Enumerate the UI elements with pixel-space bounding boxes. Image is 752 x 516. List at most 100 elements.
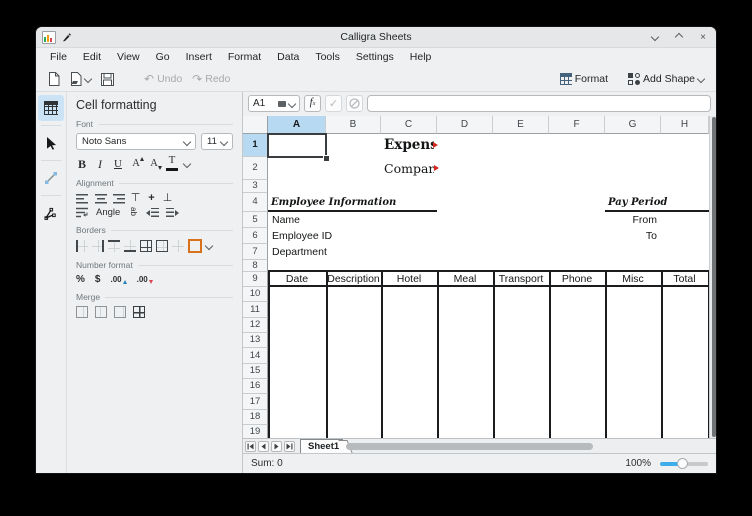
- row-header-8[interactable]: 8: [243, 260, 268, 272]
- undo-button[interactable]: ↶ Undo: [140, 71, 186, 87]
- menu-format[interactable]: Format: [220, 48, 269, 67]
- next-sheet-button[interactable]: [271, 441, 282, 452]
- column-header-C[interactable]: C: [381, 116, 437, 134]
- underline-button[interactable]: U: [112, 157, 124, 171]
- wrap-text-button[interactable]: [76, 207, 89, 218]
- currency-format-button[interactable]: $: [95, 274, 101, 285]
- menu-edit[interactable]: Edit: [75, 48, 109, 67]
- tool-cell-formatting[interactable]: [38, 95, 64, 121]
- cell-department-label[interactable]: Department: [270, 244, 350, 260]
- menu-tools[interactable]: Tools: [307, 48, 348, 67]
- text-color-button[interactable]: T: [166, 156, 178, 171]
- row-header-16[interactable]: 16: [243, 379, 268, 394]
- border-all-button[interactable]: [140, 240, 152, 252]
- spreadsheet-grid[interactable]: A B C D E F G H 1 2 3 4 5 6 7 8 9 10 11: [243, 116, 716, 438]
- formula-input[interactable]: [367, 95, 711, 112]
- first-sheet-button[interactable]: [245, 441, 256, 452]
- add-shape-button[interactable]: Add Shape: [624, 71, 708, 87]
- cell-name-label[interactable]: Name: [270, 212, 340, 228]
- format-button[interactable]: Format: [556, 71, 612, 87]
- row-header-17[interactable]: 17: [243, 394, 268, 410]
- increase-indent-button[interactable]: [166, 208, 179, 217]
- grid-corner[interactable]: [243, 116, 268, 134]
- angle-button[interactable]: Angle: [96, 207, 120, 218]
- cell-pay-period[interactable]: Pay Period: [606, 193, 686, 212]
- tool-selection[interactable]: [38, 130, 64, 156]
- text-color-chevron-icon[interactable]: [183, 159, 191, 167]
- cell-title-expense[interactable]: Expense: [382, 134, 434, 157]
- menu-data[interactable]: Data: [269, 48, 307, 67]
- vertical-scrollbar-thumb[interactable]: [712, 117, 716, 437]
- column-header-E[interactable]: E: [493, 116, 549, 134]
- row-header-6[interactable]: 6: [243, 228, 268, 244]
- new-document-button[interactable]: [44, 70, 64, 88]
- increase-precision-button[interactable]: .00: [110, 275, 126, 284]
- tool-line[interactable]: [38, 165, 64, 191]
- align-bottom-button[interactable]: ⊥: [162, 192, 173, 204]
- row-header-9[interactable]: 9: [243, 272, 268, 287]
- open-document-button[interactable]: [66, 70, 95, 88]
- cell-to-label[interactable]: To: [605, 228, 659, 244]
- previous-sheet-button[interactable]: [258, 441, 269, 452]
- menu-file[interactable]: File: [42, 48, 75, 67]
- redo-button[interactable]: ↷ Redo: [188, 71, 234, 87]
- column-header-H[interactable]: H: [661, 116, 709, 134]
- title-bar[interactable]: Calligra Sheets ×: [36, 27, 716, 48]
- menu-insert[interactable]: Insert: [178, 48, 220, 67]
- border-right-button[interactable]: [92, 240, 104, 252]
- menu-settings[interactable]: Settings: [348, 48, 402, 67]
- merge-horizontal-button[interactable]: [95, 306, 107, 318]
- column-header-D[interactable]: D: [437, 116, 493, 134]
- align-center-button[interactable]: [94, 193, 107, 204]
- row-header-14[interactable]: 14: [243, 348, 268, 364]
- border-none-button[interactable]: [172, 240, 184, 252]
- row-header-7[interactable]: 7: [243, 244, 268, 260]
- font-family-select[interactable]: Noto Sans: [76, 133, 196, 150]
- row-header-18[interactable]: 18: [243, 410, 268, 425]
- border-outline-button[interactable]: [156, 240, 168, 252]
- column-header-A[interactable]: A: [268, 116, 326, 134]
- accept-formula-button[interactable]: ✓: [325, 95, 342, 112]
- border-color-chevron-icon[interactable]: [205, 242, 213, 250]
- border-bottom-button[interactable]: [124, 240, 136, 252]
- dissociate-cells-button[interactable]: [133, 306, 145, 318]
- cell-employee-id-label[interactable]: Employee ID: [270, 228, 350, 244]
- selection-fill-handle[interactable]: [323, 155, 330, 162]
- row-header-15[interactable]: 15: [243, 364, 268, 379]
- decrease-precision-button[interactable]: .00: [137, 275, 153, 284]
- save-button[interactable]: [97, 71, 118, 88]
- row-header-13[interactable]: 13: [243, 333, 268, 348]
- column-header-B[interactable]: B: [326, 116, 381, 134]
- font-size-select[interactable]: 11: [201, 133, 233, 150]
- insert-function-button[interactable]: fx: [304, 95, 321, 112]
- align-middle-button[interactable]: +: [146, 192, 157, 204]
- merge-cells-button[interactable]: [76, 306, 88, 318]
- sheet-tab-sheet1[interactable]: Sheet1: [300, 439, 343, 453]
- row-header-12[interactable]: 12: [243, 318, 268, 333]
- row-header-19[interactable]: 19: [243, 425, 268, 438]
- zoom-slider-handle[interactable]: [677, 458, 688, 469]
- horizontal-scrollbar-thumb[interactable]: [346, 443, 593, 450]
- last-sheet-button[interactable]: [284, 441, 295, 452]
- italic-button[interactable]: I: [94, 157, 106, 171]
- border-color-button[interactable]: [188, 239, 202, 253]
- row-header-4[interactable]: 4: [243, 193, 268, 212]
- decrease-indent-button[interactable]: [146, 208, 159, 217]
- cancel-formula-button[interactable]: [346, 95, 363, 112]
- menu-help[interactable]: Help: [402, 48, 440, 67]
- cell-from-label[interactable]: From: [605, 212, 659, 228]
- row-header-10[interactable]: 10: [243, 287, 268, 302]
- row-header-3[interactable]: 3: [243, 180, 268, 193]
- cell-reference-box[interactable]: A1: [248, 95, 300, 112]
- vertical-text-button[interactable]: ab: [128, 207, 138, 219]
- vertical-scrollbar[interactable]: [709, 116, 716, 438]
- cell-subtitle-company[interactable]: Compan: [382, 157, 434, 180]
- column-header-F[interactable]: F: [549, 116, 605, 134]
- merge-vertical-button[interactable]: [114, 306, 126, 318]
- column-header-G[interactable]: G: [605, 116, 661, 134]
- bold-button[interactable]: B: [76, 157, 88, 171]
- row-header-5[interactable]: 5: [243, 212, 268, 228]
- align-right-button[interactable]: [112, 193, 125, 204]
- cell-employee-information[interactable]: Employee Information: [269, 193, 399, 212]
- menu-view[interactable]: View: [109, 48, 148, 67]
